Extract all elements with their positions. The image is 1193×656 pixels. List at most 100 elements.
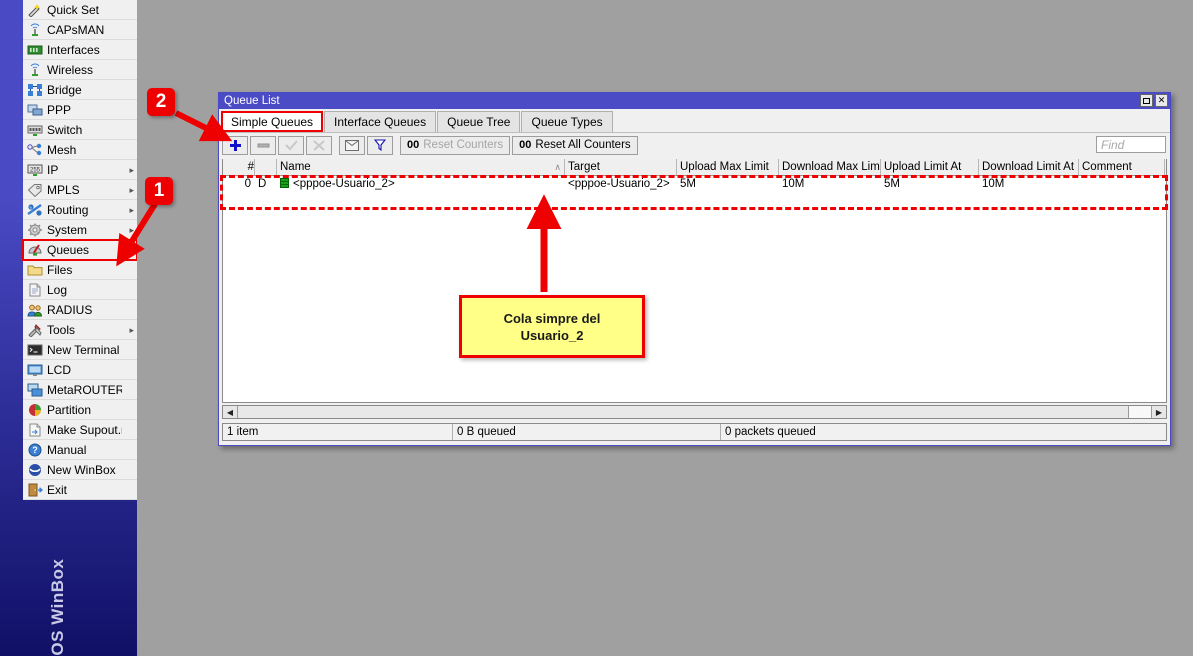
column-header--[interactable]: # <box>223 159 255 175</box>
sidebar-item-interfaces[interactable]: Interfaces <box>23 40 137 60</box>
sidebar-item-metarouter[interactable]: MetaROUTER <box>23 380 137 400</box>
cell-upload-limit-at: 5M <box>881 176 979 192</box>
sidebar-item-wireless[interactable]: Wireless <box>23 60 137 80</box>
ip-255-icon: 255 <box>25 162 44 178</box>
reset-counters-button[interactable]: 00 Reset Counters <box>400 136 510 155</box>
remove-queue-button[interactable] <box>250 136 276 155</box>
sidebar-item-log[interactable]: Log <box>23 280 137 300</box>
sidebar-item-make-supout-rif[interactable]: Make Supout.rif <box>23 420 137 440</box>
tools-icon <box>27 323 43 337</box>
sidebar-item-exit[interactable]: Exit <box>23 480 137 500</box>
column-header-download-max-limit[interactable]: Download Max Limit <box>779 159 881 175</box>
main-menu: Quick SetCAPsMANInterfacesWirelessBridge… <box>23 0 137 500</box>
sidebar-item-new-winbox[interactable]: New WinBox <box>23 460 137 480</box>
plus-icon <box>229 139 242 152</box>
sidebar-item-switch[interactable]: Switch <box>23 120 137 140</box>
find-input[interactable]: Find <box>1096 136 1166 153</box>
find-placeholder: Find <box>1101 138 1124 152</box>
queue-table: # NameTargetUpload Max LimitDownload Max … <box>222 159 1167 403</box>
reset-all-counters-button[interactable]: 00 Reset All Counters <box>512 136 638 155</box>
antenna-icon <box>25 22 44 38</box>
scroll-left-icon[interactable]: ◀ <box>223 406 238 418</box>
queue-table-body: 0D<pppoe-Usuario_2><pppoe-Usuario_2>5M10… <box>223 176 1166 192</box>
queues-icon <box>27 243 43 257</box>
svg-text:?: ? <box>32 445 38 455</box>
page-export-icon <box>25 422 44 438</box>
sidebar-item-mesh[interactable]: Mesh <box>23 140 137 160</box>
add-queue-button[interactable] <box>222 136 248 155</box>
horizontal-scrollbar[interactable]: ◀ ▶ <box>222 405 1167 419</box>
maximize-button[interactable] <box>1140 94 1153 107</box>
submenu-chevron-icon: ▸ <box>122 180 137 200</box>
status-segment: 0 B queued <box>453 424 721 440</box>
monitor-icon <box>27 363 43 377</box>
sidebar-item-queues[interactable]: Queues <box>23 240 137 260</box>
tab-simple-queues[interactable]: Simple Queues <box>221 111 323 132</box>
reset-all-counters-badge: 00 <box>519 139 531 151</box>
enable-queue-button[interactable] <box>278 136 304 155</box>
close-button[interactable]: ✕ <box>1155 94 1168 107</box>
sidebar-item-mpls[interactable]: MPLS▸ <box>23 180 137 200</box>
status-segment: 1 item <box>223 424 453 440</box>
scroll-right-icon[interactable]: ▶ <box>1151 406 1166 418</box>
sidebar-item-label: Exit <box>47 480 122 500</box>
column-header-flags[interactable] <box>255 159 277 175</box>
sidebar-item-manual[interactable]: ? Manual <box>23 440 137 460</box>
magic-wand-icon <box>25 2 44 18</box>
svg-text:255: 255 <box>29 167 40 173</box>
tab-interface-queues[interactable]: Interface Queues <box>324 111 436 132</box>
routing-icon <box>25 202 44 218</box>
filter-button[interactable] <box>367 136 393 155</box>
status-segment: 0 packets queued <box>721 424 1166 440</box>
column-header-comment[interactable]: Comment <box>1079 159 1165 175</box>
column-header-name[interactable]: Name <box>277 159 565 175</box>
sidebar-item-label: Log <box>47 280 122 300</box>
window-title-bar[interactable]: Queue List ✕ <box>219 93 1170 109</box>
bridge-icon <box>25 82 44 98</box>
users-icon <box>27 303 43 317</box>
metarouter-icon <box>27 383 43 397</box>
terminal-icon <box>25 342 44 358</box>
sidebar-item-label: System <box>47 220 122 240</box>
comment-button[interactable] <box>339 136 365 155</box>
sidebar-item-label: Queues <box>47 240 122 260</box>
switch-icon <box>27 123 43 137</box>
sidebar-item-bridge[interactable]: Bridge <box>23 80 137 100</box>
sidebar-item-lcd[interactable]: LCD <box>23 360 137 380</box>
comment-icon <box>345 140 359 151</box>
close-icon: ✕ <box>1158 96 1166 105</box>
sidebar-item-new-terminal[interactable]: New Terminal <box>23 340 137 360</box>
sidebar-item-routing[interactable]: Routing▸ <box>23 200 137 220</box>
scrollbar-track[interactable] <box>238 406 1151 418</box>
sidebar-item-partition[interactable]: Partition <box>23 400 137 420</box>
sidebar-item-ppp[interactable]: PPP <box>23 100 137 120</box>
sidebar-item-label: Manual <box>47 440 122 460</box>
table-row[interactable]: 0D<pppoe-Usuario_2><pppoe-Usuario_2>5M10… <box>223 176 1166 192</box>
sidebar-item-system[interactable]: System▸ <box>23 220 137 240</box>
sidebar-item-label: Files <box>47 260 122 280</box>
sidebar-item-ip[interactable]: 255IP▸ <box>23 160 137 180</box>
document-icon <box>25 282 44 298</box>
tag-icon <box>27 183 43 197</box>
ppp-icon <box>25 102 44 118</box>
sidebar-item-label: LCD <box>47 360 122 380</box>
sidebar-item-radius[interactable]: RADIUS <box>23 300 137 320</box>
tab-label: Queue Tree <box>447 115 510 129</box>
scrollbar-thumb[interactable] <box>238 406 1129 418</box>
submenu-chevron-icon: ▸ <box>122 160 137 180</box>
sidebar-item-files[interactable]: Files <box>23 260 137 280</box>
column-header-target[interactable]: Target <box>565 159 677 175</box>
column-chooser-dropdown[interactable]: ▼ <box>1165 159 1167 175</box>
sidebar-item-label: Wireless <box>47 60 122 80</box>
disable-queue-button[interactable] <box>306 136 332 155</box>
sidebar-item-capsman[interactable]: CAPsMAN <box>23 20 137 40</box>
sidebar-item-tools[interactable]: Tools▸ <box>23 320 137 340</box>
column-header-upload-limit-at[interactable]: Upload Limit At <box>881 159 979 175</box>
column-header-upload-max-limit[interactable]: Upload Max Limit <box>677 159 779 175</box>
tab-queue-types[interactable]: Queue Types <box>521 111 612 132</box>
column-header-download-limit-at[interactable]: Download Limit At <box>979 159 1079 175</box>
monitor-icon <box>25 362 44 378</box>
tab-queue-tree[interactable]: Queue Tree <box>437 111 520 132</box>
sidebar-item-quick-set[interactable]: Quick Set <box>23 0 137 20</box>
antenna-icon <box>25 62 44 78</box>
